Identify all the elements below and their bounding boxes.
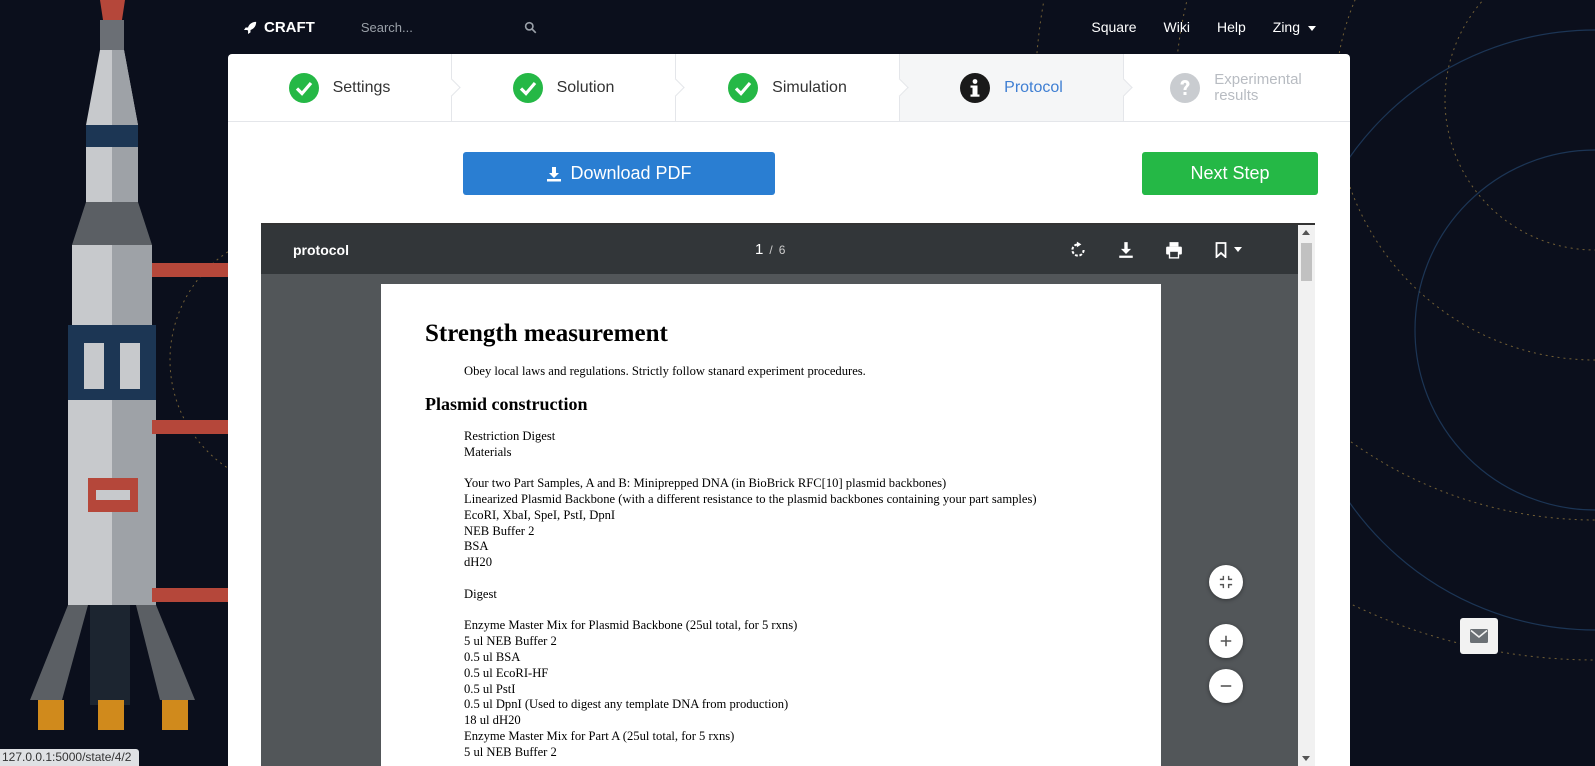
document-line: dH20 (464, 555, 492, 570)
main-card: Settings Solution Simulation Protocol Ex… (228, 54, 1350, 766)
fit-page-button[interactable] (1209, 565, 1243, 599)
pdf-viewer: protocol 1 / 6 Strength measurement Obey l… (261, 223, 1315, 766)
document-line: Digest (464, 586, 497, 601)
zoom-in-button[interactable] (1209, 624, 1243, 658)
download-icon (547, 166, 562, 181)
page-indicator: 1 / 6 (755, 241, 785, 258)
pdf-scrollbar[interactable] (1298, 225, 1315, 766)
caret-down-icon (1308, 25, 1316, 31)
scroll-down-arrow[interactable] (1302, 756, 1310, 761)
compress-icon (1219, 575, 1233, 589)
document-line: 0.5 ul DpnI (Used to digest any template… (464, 697, 789, 712)
user-name: Zing (1272, 19, 1300, 35)
nav-links: Square Wiki Help Zing (1091, 19, 1316, 35)
envelope-icon (1470, 629, 1488, 643)
print-icon[interactable] (1165, 241, 1183, 259)
document-line: Enzyme Master Mix for Plasmid Backbone (… (464, 618, 798, 633)
scroll-up-arrow[interactable] (1302, 230, 1310, 235)
user-menu[interactable]: Zing (1273, 19, 1316, 35)
search-input[interactable] (360, 19, 501, 35)
nav-link-help[interactable]: Help (1217, 19, 1246, 35)
pdf-title: protocol (293, 241, 349, 258)
check-circle-icon (512, 72, 543, 103)
current-page[interactable]: 1 (755, 241, 763, 258)
document-line: Linearized Plasmid Backbone (with a diff… (464, 491, 1037, 506)
document-title: Strength measurement (425, 320, 668, 347)
download-icon[interactable] (1117, 241, 1135, 259)
document-line: Restriction Digest (464, 428, 556, 443)
brand-link[interactable]: CRAFT (244, 19, 315, 36)
question-circle-icon (1170, 72, 1201, 103)
step-solution[interactable]: Solution (452, 54, 685, 121)
search-icon[interactable] (524, 21, 537, 34)
minus-icon (1220, 685, 1232, 687)
pdf-page: Strength measurement Obey local laws and… (381, 284, 1161, 766)
rotate-icon[interactable] (1069, 241, 1087, 259)
document-line: 18 ul dH20 (464, 713, 521, 728)
nav-link-square[interactable]: Square (1091, 19, 1136, 35)
step-label: Protocol (1004, 78, 1063, 96)
document-intro: Obey local laws and regulations. Strictl… (464, 364, 866, 378)
info-circle-icon (960, 72, 991, 103)
search-box (360, 19, 537, 35)
step-experimental-results[interactable]: Experimental results (1124, 54, 1348, 121)
plus-icon (1220, 635, 1232, 647)
download-label: Download PDF (570, 163, 692, 183)
document-line: 5 ul NEB Buffer 2 (464, 634, 557, 649)
action-bar: Download PDF Next Step (228, 152, 1350, 196)
bookmark-icon (1215, 241, 1227, 258)
caret-down-icon (1234, 247, 1242, 252)
rocket-illustration (30, 0, 228, 730)
document-line: Enzyme Master Mix for Part A (25ul total… (464, 728, 735, 743)
document-line: EcoRI, XbaI, SpeI, PstI, DpnI (464, 507, 616, 522)
next-step-button[interactable]: Next Step (1142, 152, 1318, 195)
step-label-line1: Experimental (1214, 70, 1302, 88)
zoom-out-button[interactable] (1209, 669, 1243, 703)
message-button[interactable] (1460, 618, 1498, 654)
step-label: Experimental results (1214, 70, 1302, 104)
step-label: Simulation (772, 78, 847, 96)
document-line: 0.5 ul EcoRI-HF (464, 665, 549, 680)
document-line: Materials (464, 444, 512, 459)
document-line: 0.5 ul PstI (464, 681, 516, 696)
scroll-thumb[interactable] (1301, 243, 1312, 281)
step-progress: Settings Solution Simulation Protocol Ex… (228, 54, 1350, 122)
section-heading: Plasmid construction (425, 393, 588, 414)
step-settings[interactable]: Settings (228, 54, 461, 121)
pdf-toolbar: protocol 1 / 6 (261, 225, 1315, 274)
document-line: BSA (464, 539, 489, 554)
pdf-tools (1069, 241, 1242, 259)
step-simulation[interactable]: Simulation (676, 54, 909, 121)
top-navbar: CRAFT Square Wiki Help Zing (228, 0, 1350, 54)
check-circle-icon (288, 72, 319, 103)
rocket-icon (244, 21, 257, 34)
document-line: 5 ul NEB Buffer 2 (464, 744, 557, 759)
document-body: Restriction Digest Materials Your two Part… (425, 429, 1161, 761)
check-circle-icon (728, 72, 759, 103)
total-pages: 6 (778, 243, 786, 257)
step-label: Solution (556, 78, 615, 96)
nav-link-wiki[interactable]: Wiki (1164, 19, 1190, 35)
document-line: 0.5 ul BSA (464, 649, 521, 664)
document-line: NEB Buffer 2 (464, 523, 535, 538)
step-protocol[interactable]: Protocol (900, 54, 1133, 121)
step-label: Settings (332, 78, 391, 96)
status-bar-url: 127.0.0.1:5000/state/4/2 (0, 749, 140, 766)
brand-name: CRAFT (264, 18, 315, 36)
step-label-line2: results (1214, 86, 1259, 104)
page-separator: / (769, 243, 773, 257)
download-pdf-button[interactable]: Download PDF (463, 152, 775, 195)
bookmark-menu[interactable] (1213, 241, 1242, 258)
document-line: Your two Part Samples, A and B: Miniprep… (464, 476, 947, 491)
